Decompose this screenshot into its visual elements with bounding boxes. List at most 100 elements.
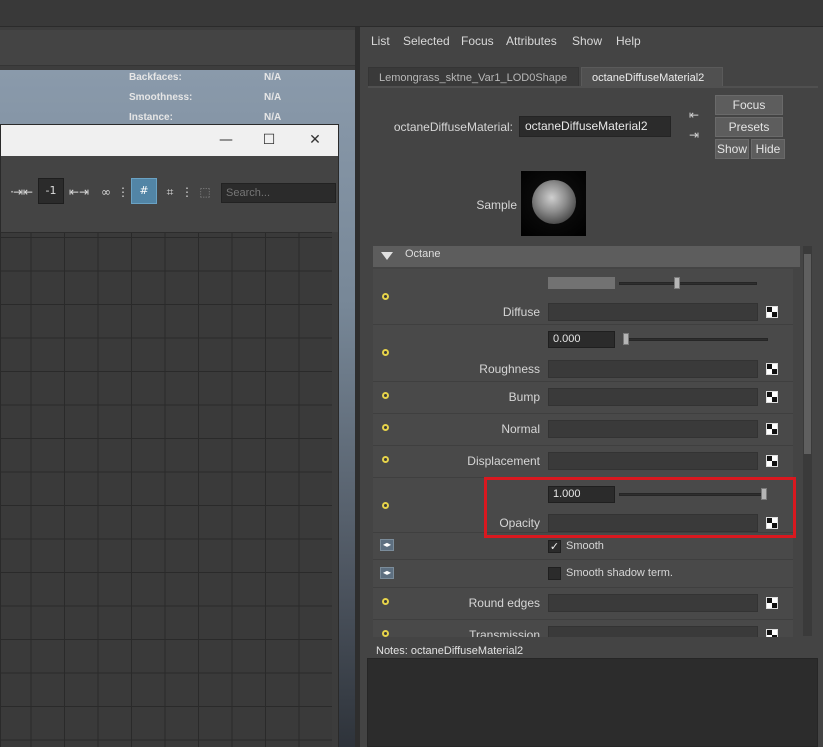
presets-button[interactable]: Presets [715, 117, 783, 137]
hud-smoothness-label: Smoothness: [129, 92, 193, 103]
diffuse-slider-handle[interactable] [674, 277, 681, 289]
attr-row-roughness: 0.000 Roughness [373, 325, 793, 382]
hud-smoothness-value: N/A [264, 92, 282, 103]
frame-all-icon[interactable]: ⬚ [194, 182, 216, 202]
sample-label: Sample [476, 198, 517, 212]
viewport-toolbar [0, 30, 356, 66]
smooth-label: Smooth [566, 540, 604, 552]
attr-row-round-edges: Round edges [373, 588, 793, 620]
hud-backfaces-label: Backfaces: [129, 72, 182, 83]
link-icon[interactable]: ∞ [95, 182, 117, 202]
attr-row-displacement: Displacement [373, 446, 793, 478]
map-connect-icon[interactable] [382, 424, 389, 431]
scrollbar-thumb[interactable] [804, 254, 811, 454]
attr-row-smooth-shadow: ◂▸ Smooth shadow term. [373, 560, 793, 588]
hud-backfaces-value: N/A [264, 72, 282, 83]
octane-section-header[interactable]: Octane [373, 246, 800, 267]
node-type-label: octaneDiffuseMaterial: [393, 120, 513, 134]
opacity-highlight-box [484, 477, 796, 538]
attribute-link-icon[interactable]: ◂▸ [380, 567, 394, 579]
checker-map-icon[interactable] [766, 306, 778, 318]
output-connection-icon[interactable]: ⇥ [686, 127, 702, 143]
roughness-slider[interactable] [623, 338, 768, 341]
separator-handle-icon: ⋮ [181, 185, 193, 199]
show-button[interactable]: Show [715, 139, 749, 159]
diffuse-slider[interactable] [619, 282, 757, 285]
grid-scrollbar[interactable] [332, 232, 338, 747]
attr-row-transmission: Transmission [373, 620, 793, 637]
hud-instance-value: N/A [264, 112, 282, 123]
node-name-field[interactable]: octaneDiffuseMaterial2 [519, 116, 671, 137]
hide-button[interactable]: Hide [751, 139, 785, 159]
maximize-icon[interactable]: ☐ [254, 130, 284, 150]
menu-focus[interactable]: Focus [461, 34, 494, 48]
diffuse-color-swatch[interactable] [548, 277, 615, 289]
notes-textarea[interactable] [367, 658, 818, 747]
transmission-map-field[interactable] [548, 626, 758, 637]
map-connect-icon[interactable] [382, 502, 389, 509]
checker-map-icon[interactable] [766, 423, 778, 435]
close-icon[interactable]: ✕ [300, 130, 330, 150]
map-connect-icon[interactable] [382, 630, 389, 637]
tab-shape-node[interactable]: Lemongrass_sktne_Var1_LOD0Shape [368, 67, 579, 87]
window-titlebar[interactable]: — ☐ ✕ [1, 125, 338, 156]
roughness-map-field[interactable] [548, 360, 758, 378]
bump-label: Bump [508, 390, 540, 404]
attribute-scrollbar[interactable] [803, 246, 812, 636]
menu-show[interactable]: Show [572, 34, 602, 48]
map-connect-icon[interactable] [382, 349, 389, 356]
grid-toggle-icon[interactable]: # [131, 178, 157, 204]
separator-handle-icon: ⋮ [117, 185, 129, 199]
tab-material-node[interactable]: octaneDiffuseMaterial2 [581, 67, 723, 87]
checker-map-icon[interactable] [766, 391, 778, 403]
displacement-map-field[interactable] [548, 452, 758, 470]
diffuse-label: Diffuse [502, 305, 540, 319]
normal-label: Normal [501, 422, 540, 436]
roughness-value-field[interactable]: 0.000 [548, 331, 615, 348]
menu-attributes[interactable]: Attributes [506, 34, 557, 48]
bump-map-field[interactable] [548, 388, 758, 406]
roughness-slider-handle[interactable] [623, 333, 629, 345]
transmission-label: Transmission [469, 628, 540, 637]
attr-row-diffuse: Diffuse [373, 269, 793, 325]
map-connect-icon[interactable] [382, 392, 389, 399]
attr-row-normal: Normal [373, 414, 793, 446]
attribute-editor: List Selected Focus Attributes Show Help… [360, 27, 823, 747]
map-connect-icon[interactable] [382, 293, 389, 300]
expand-arrows-icon[interactable]: ⇤⇥ [68, 182, 90, 202]
section-title: Octane [405, 248, 441, 260]
menu-help[interactable]: Help [616, 34, 641, 48]
snap-grid-icon[interactable]: ⌗ [159, 182, 181, 202]
menu-selected[interactable]: Selected [403, 34, 450, 48]
checker-map-icon[interactable] [766, 597, 778, 609]
smooth-checkbox[interactable]: ✓ [548, 540, 561, 553]
map-connect-icon[interactable] [382, 456, 389, 463]
checker-map-icon[interactable] [766, 629, 778, 637]
smooth-shadow-checkbox[interactable] [548, 567, 561, 580]
collapse-arrows-icon[interactable]: ⇥⇤ [12, 182, 34, 202]
checker-map-icon[interactable] [766, 363, 778, 375]
round-edges-map-field[interactable] [548, 594, 758, 612]
minimize-icon[interactable]: — [211, 130, 241, 150]
node-graph-grid[interactable] [1, 232, 332, 747]
attribute-link-icon[interactable]: ◂▸ [380, 539, 394, 551]
floating-editor-window: — ☐ ✕ · ⇥⇤ -1 ⇤⇥ ∞ ⋮ # ⌗ ⋮ ⬚ [0, 124, 339, 747]
smooth-shadow-label: Smooth shadow term. [566, 567, 673, 579]
frame-offset-field[interactable]: -1 [38, 178, 64, 204]
normal-map-field[interactable] [548, 420, 758, 438]
map-connect-icon[interactable] [382, 598, 389, 605]
top-strip [0, 0, 823, 27]
material-swatch[interactable] [521, 171, 586, 236]
diffuse-map-field[interactable] [548, 303, 758, 321]
search-input[interactable] [221, 183, 336, 203]
maya-workspace: Backfaces: N/A Smoothness: N/A Instance:… [0, 0, 823, 747]
focus-button[interactable]: Focus [715, 95, 783, 115]
input-connection-icon[interactable]: ⇤ [686, 107, 702, 123]
roughness-label: Roughness [479, 362, 540, 376]
checker-map-icon[interactable] [766, 455, 778, 467]
chevron-down-icon[interactable] [381, 252, 393, 260]
round-edges-label: Round edges [468, 596, 540, 610]
attr-row-bump: Bump [373, 382, 793, 414]
menu-list[interactable]: List [371, 34, 390, 48]
displacement-label: Displacement [467, 454, 540, 468]
